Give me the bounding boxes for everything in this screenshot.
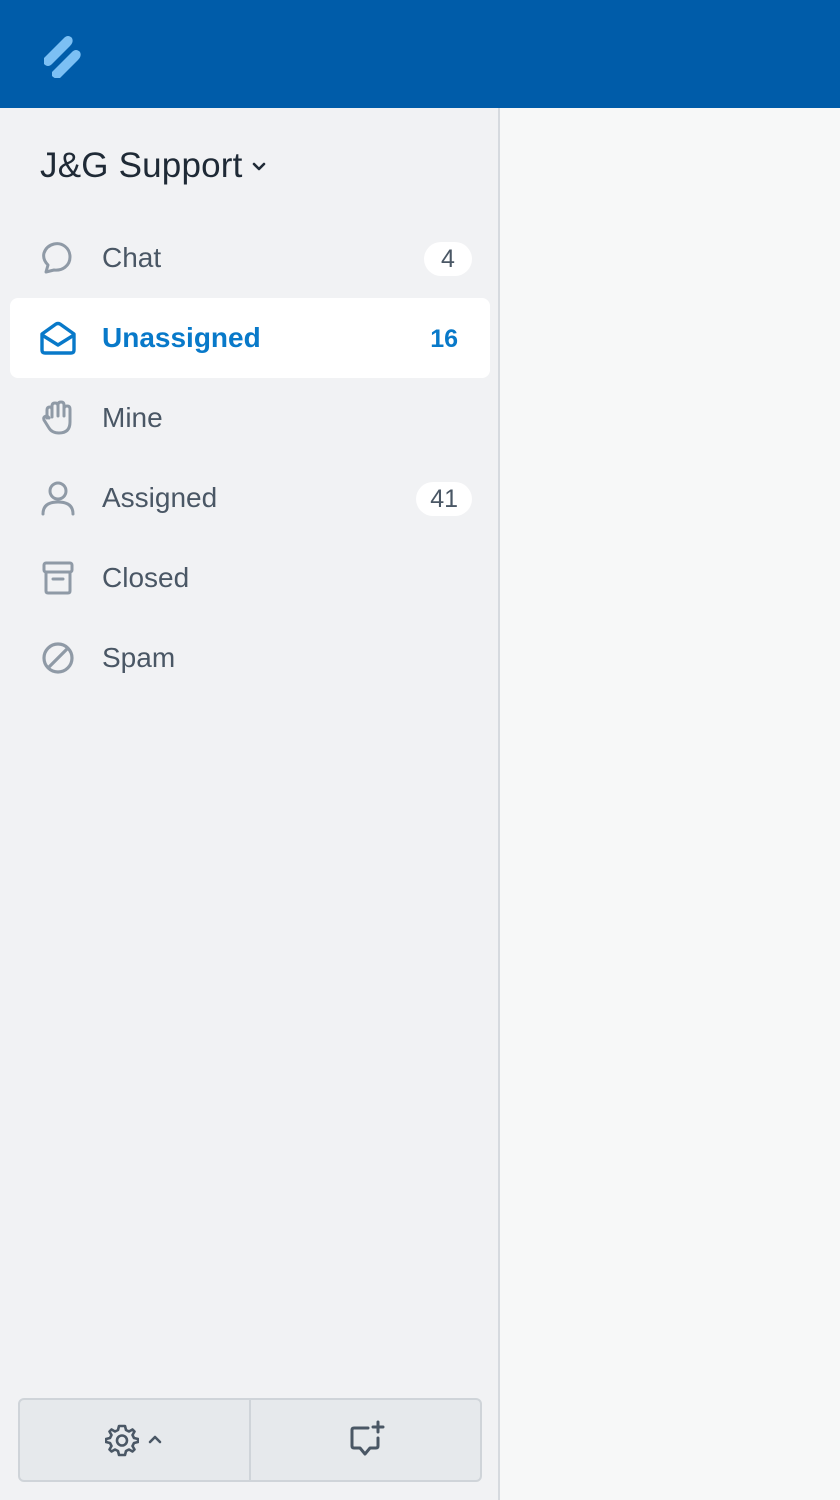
new-conversation-button[interactable] — [249, 1400, 480, 1480]
sidebar-footer-toolbar — [18, 1398, 482, 1482]
sidebar-item-assigned[interactable]: Assigned 41 — [10, 458, 490, 538]
chevron-down-icon — [252, 162, 265, 171]
sidebar-item-mine[interactable]: Mine — [10, 378, 490, 458]
new-chat-plus-icon — [350, 1420, 384, 1456]
blocked-circle-icon — [42, 642, 74, 674]
sidebar-item-spam[interactable]: Spam — [10, 618, 490, 698]
sidebar-item-chat[interactable]: Chat 4 — [10, 218, 490, 298]
person-icon — [41, 481, 75, 516]
open-envelope-icon — [40, 321, 76, 355]
gear-icon — [104, 1424, 139, 1457]
count-badge: 41 — [416, 482, 472, 516]
settings-menu-button[interactable] — [20, 1400, 249, 1480]
mailbox-name: J&G Support — [40, 146, 243, 185]
top-navigation-bar — [0, 0, 840, 108]
chevron-up-icon — [148, 1435, 161, 1444]
count-badge: 16 — [430, 325, 458, 353]
raised-hand-icon — [42, 400, 72, 435]
sidebar-item-closed[interactable]: Closed — [10, 538, 490, 618]
sidebar-item-label: Assigned — [102, 482, 218, 513]
sidebar-item-label: Unassigned — [102, 322, 261, 353]
mailbox-switcher[interactable]: J&G Support — [40, 146, 269, 186]
sidebar-item-unassigned[interactable]: Unassigned 16 — [10, 298, 490, 378]
sidebar-item-label: Spam — [102, 642, 176, 673]
count-badge: 4 — [424, 242, 472, 276]
sidebar-item-label: Mine — [102, 402, 163, 433]
archive-box-icon — [42, 561, 74, 595]
mailbox-sidebar: J&G Support Chat 4 Unassigned 16 Mine As… — [0, 108, 500, 1500]
sidebar-item-label: Closed — [102, 562, 190, 593]
chat-bubble-icon — [42, 242, 72, 274]
sidebar-item-label: Chat — [102, 242, 162, 273]
helpscout-logo-icon[interactable] — [40, 30, 84, 79]
conversation-list-pane — [502, 108, 840, 1500]
